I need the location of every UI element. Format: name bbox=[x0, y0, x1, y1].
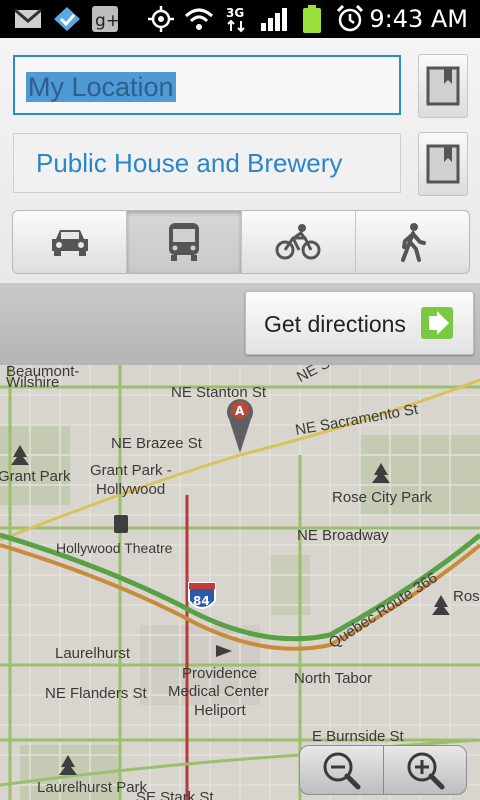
map-canvas: A 84 bbox=[0, 365, 480, 800]
bus-icon bbox=[168, 223, 199, 261]
svg-text:g+: g+ bbox=[95, 11, 118, 31]
google-plus-icon: g+ bbox=[92, 6, 118, 32]
start-location-value[interactable]: My Location bbox=[26, 72, 176, 102]
mode-bicycle-button[interactable] bbox=[242, 211, 356, 273]
i84-shield: 84 bbox=[188, 582, 216, 609]
map-label: Hollywood bbox=[96, 481, 166, 498]
battery-icon bbox=[302, 5, 322, 33]
gmail-icon bbox=[14, 6, 42, 32]
map-label: Laurelhurst bbox=[55, 645, 131, 662]
map-label: Rose City Park bbox=[332, 489, 433, 506]
3g-icon: 3G bbox=[224, 6, 250, 33]
zoom-out-icon bbox=[323, 752, 361, 790]
status-bar: g+ 3G 9:43 AM bbox=[0, 0, 480, 38]
foursquare-icon bbox=[52, 6, 82, 32]
map-label: Providence bbox=[182, 665, 258, 682]
svg-text:84: 84 bbox=[193, 594, 210, 608]
gps-icon bbox=[148, 6, 174, 32]
map-label: E Burnside St bbox=[312, 728, 404, 745]
walk-icon bbox=[401, 223, 427, 262]
map-label: Rose bbox=[453, 588, 480, 605]
start-location-field[interactable]: My Location bbox=[13, 55, 401, 115]
map-label: NE Broadway bbox=[297, 527, 389, 544]
map-label: SE Stark St bbox=[136, 789, 214, 800]
get-directions-button[interactable]: Get directions bbox=[245, 291, 474, 355]
wifi-icon bbox=[184, 6, 214, 32]
svg-text:A: A bbox=[235, 404, 245, 418]
end-location-value[interactable]: Public House and Brewery bbox=[36, 148, 342, 178]
zoom-out-button[interactable] bbox=[300, 746, 384, 794]
start-bookmark-button[interactable] bbox=[418, 54, 468, 118]
get-directions-label: Get directions bbox=[264, 311, 406, 337]
svg-text:3G: 3G bbox=[226, 6, 244, 20]
end-location-field[interactable]: Public House and Brewery bbox=[13, 133, 401, 193]
travel-mode-selector bbox=[12, 210, 470, 274]
map-label: NE Brazee St bbox=[111, 435, 202, 452]
mode-transit-button[interactable] bbox=[127, 211, 242, 273]
alarm-icon bbox=[336, 5, 364, 32]
map-label: Grant Park - bbox=[90, 462, 172, 479]
transit-station-icon bbox=[114, 515, 128, 533]
car-icon bbox=[51, 230, 88, 256]
map-label: Laurelhurst Park bbox=[37, 779, 148, 796]
map-label: Grant Park bbox=[0, 468, 71, 485]
clock: 9:43 AM bbox=[369, 5, 468, 33]
zoom-in-button[interactable] bbox=[384, 746, 467, 794]
zoom-controls bbox=[299, 745, 467, 795]
directions-panel: My Location Public House and Brewery bbox=[0, 38, 480, 283]
bookmark-icon bbox=[426, 144, 460, 184]
bookmark-icon bbox=[426, 66, 460, 106]
map-label: Medical Center bbox=[168, 683, 269, 700]
signal-icon bbox=[260, 6, 288, 32]
map-label: Hollywood Theatre bbox=[56, 540, 173, 556]
map-label: North Tabor bbox=[294, 670, 373, 687]
mode-walk-button[interactable] bbox=[356, 211, 469, 273]
map-view[interactable]: A 84 Beaumont- Wilshire NE Stanton St NE… bbox=[0, 365, 480, 800]
map-label: NE Stanton St bbox=[171, 384, 267, 401]
end-bookmark-button[interactable] bbox=[418, 132, 468, 196]
map-label: Wilshire bbox=[6, 374, 60, 391]
go-arrow-icon bbox=[421, 307, 453, 339]
map-label: Heliport bbox=[194, 702, 246, 719]
map-label: NE Flanders St bbox=[45, 685, 147, 702]
zoom-in-icon bbox=[407, 752, 445, 790]
bicycle-icon bbox=[275, 224, 321, 260]
mode-car-button[interactable] bbox=[13, 211, 128, 273]
